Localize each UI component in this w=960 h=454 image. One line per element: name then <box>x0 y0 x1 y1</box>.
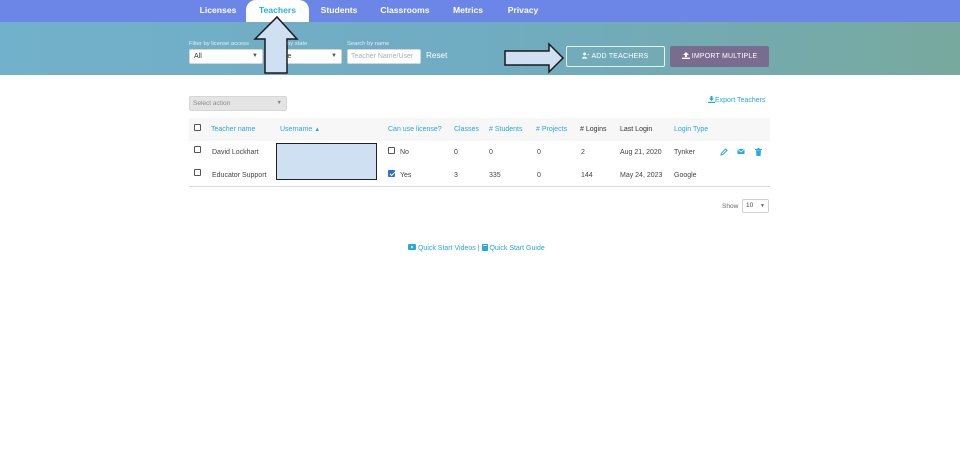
username-header-label: Username <box>280 126 313 133</box>
column-projects[interactable]: # Projects <box>536 126 567 133</box>
tab-metrics[interactable]: Metrics <box>448 0 488 22</box>
email-icon[interactable] <box>737 148 745 157</box>
book-icon <box>481 244 488 251</box>
login-type-cell: Tynker <box>674 149 696 156</box>
footer-links: Quick Start Videos | Quick Start Guide <box>408 244 545 252</box>
video-icon <box>408 244 416 250</box>
select-all-checkbox[interactable] <box>194 124 201 131</box>
last-login-cell: May 24, 2023 <box>620 172 663 179</box>
add-teachers-button[interactable]: ADD TEACHERS <box>566 46 665 67</box>
logins-cell: 2 <box>581 149 585 156</box>
quick-start-guide-label: Quick Start Guide <box>489 245 545 252</box>
column-teacher-name[interactable]: Teacher name <box>211 126 255 133</box>
column-classes[interactable]: Classes <box>454 126 479 133</box>
projects-cell: 0 <box>537 172 541 179</box>
top-navigation: Licenses Teachers Students Classrooms Me… <box>0 0 960 22</box>
students-cell: 0 <box>489 149 493 156</box>
tab-licenses[interactable]: Licenses <box>190 0 246 22</box>
upload-icon <box>681 48 690 59</box>
quick-start-videos-label: Quick Start Videos <box>417 245 476 252</box>
select-action-dropdown[interactable]: Select action ▼ <box>189 96 287 111</box>
import-multiple-label: IMPORT MULTIPLE <box>691 53 758 60</box>
column-username[interactable]: Username ▲ <box>280 126 320 133</box>
edit-icon[interactable] <box>720 148 728 158</box>
state-filter-value: ve <box>284 53 292 60</box>
classes-cell: 3 <box>454 172 458 179</box>
filter-bar: Filter by license access All ▼ by state … <box>0 22 960 75</box>
export-teachers-label: Export Teachers <box>715 97 766 104</box>
license-filter-label: Filter by license access <box>189 41 249 47</box>
license-filter-value: All <box>194 53 202 60</box>
column-students[interactable]: # Students <box>489 126 522 133</box>
row-checkbox[interactable] <box>194 169 201 176</box>
teacher-name-cell: David Lockhart <box>212 149 259 156</box>
select-action-label: Select action <box>193 100 231 107</box>
license-checkbox[interactable] <box>388 170 395 177</box>
logins-cell: 144 <box>581 172 593 179</box>
projects-cell: 0 <box>537 149 541 156</box>
state-filter-select[interactable]: ve ▼ <box>279 49 342 64</box>
quick-start-guide-link[interactable]: Quick Start Guide <box>481 244 545 252</box>
chevron-down-icon: ▼ <box>331 53 337 59</box>
license-value-cell: Yes <box>400 172 412 179</box>
last-login-cell: Aug 21, 2020 <box>620 149 662 156</box>
export-teachers-link[interactable]: Export Teachers <box>708 96 765 104</box>
column-last-login[interactable]: Last Login <box>620 126 652 133</box>
state-filter-label: by state <box>287 41 308 47</box>
chevron-down-icon: ▼ <box>760 203 765 209</box>
search-input[interactable] <box>347 49 421 64</box>
download-icon <box>708 96 715 103</box>
page-size-value: 10 <box>746 202 754 209</box>
column-can-use-license[interactable]: Can use license? <box>388 126 442 133</box>
add-user-icon <box>582 48 590 59</box>
show-label: Show <box>722 203 739 210</box>
search-label: Search by name <box>347 41 390 47</box>
page-size-select[interactable]: 10 ▼ <box>742 199 769 213</box>
teacher-name-cell: Educator Support <box>212 172 267 179</box>
trash-icon[interactable] <box>755 148 762 158</box>
login-type-cell: Google <box>674 172 697 179</box>
footer-separator: | <box>477 245 480 252</box>
redaction-box <box>276 143 377 180</box>
classes-cell: 0 <box>454 149 458 156</box>
sort-up-icon: ▲ <box>314 127 321 133</box>
reset-button[interactable]: Reset <box>426 51 447 60</box>
table-header: Teacher name Username ▲ Can use license?… <box>189 118 770 141</box>
license-value-cell: No <box>400 149 409 156</box>
tab-classrooms[interactable]: Classrooms <box>376 0 434 22</box>
chevron-down-icon: ▼ <box>276 100 282 106</box>
students-cell: 335 <box>489 172 501 179</box>
column-logins[interactable]: # Logins <box>580 126 606 133</box>
add-teachers-label: ADD TEACHERS <box>591 53 649 60</box>
column-login-type[interactable]: Login Type <box>674 126 708 133</box>
tab-teachers[interactable]: Teachers <box>246 0 309 22</box>
license-filter-select[interactable]: All ▼ <box>189 49 263 64</box>
import-multiple-button[interactable]: IMPORT MULTIPLE <box>670 46 769 67</box>
chevron-down-icon: ▼ <box>252 53 258 59</box>
quick-start-videos-link[interactable]: Quick Start Videos <box>408 244 478 252</box>
license-checkbox[interactable] <box>388 147 395 154</box>
tab-privacy[interactable]: Privacy <box>502 0 544 22</box>
row-checkbox[interactable] <box>194 146 201 153</box>
tab-students[interactable]: Students <box>312 0 366 22</box>
